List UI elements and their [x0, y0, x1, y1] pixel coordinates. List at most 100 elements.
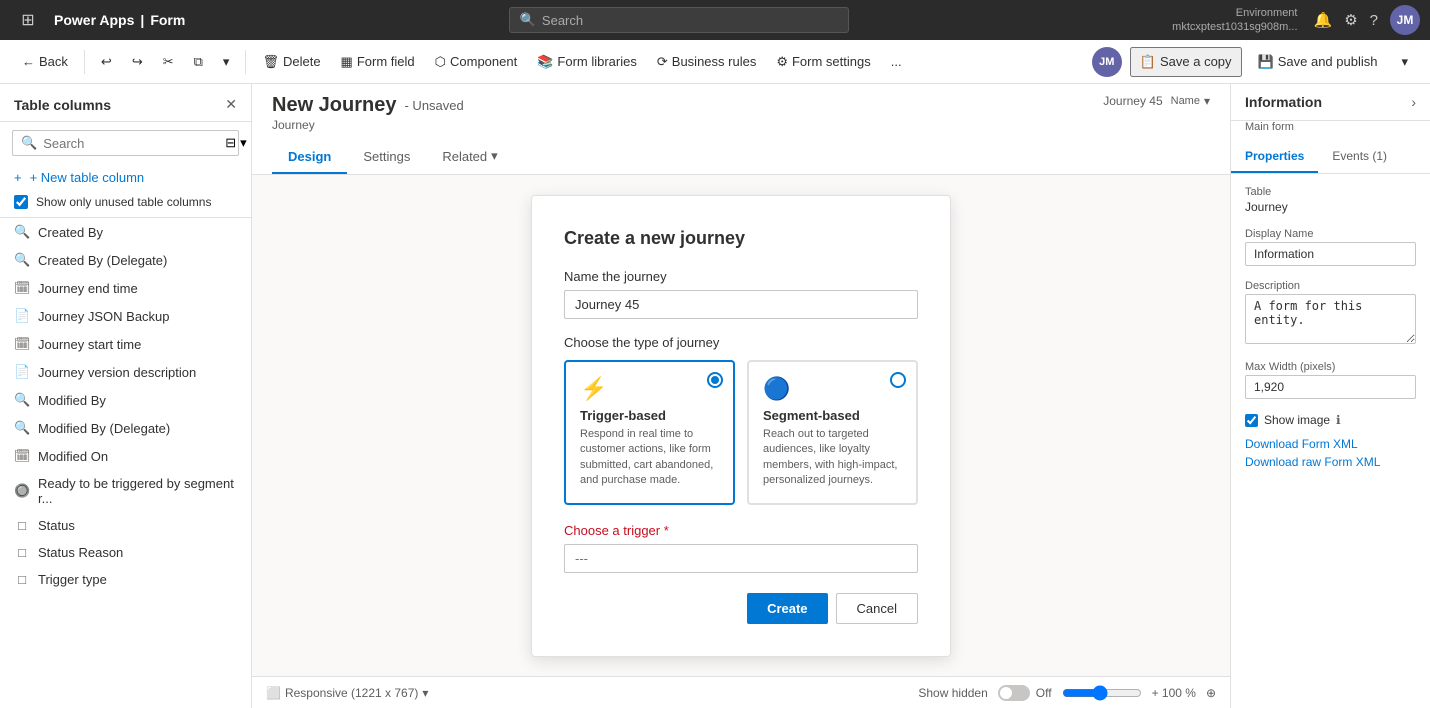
show-image-label[interactable]: Show image [1264, 413, 1330, 427]
list-item[interactable]: 🔍 Modified By [0, 386, 251, 414]
list-item[interactable]: 🔍 Modified By (Delegate) [0, 414, 251, 442]
list-item[interactable]: □ Status [0, 512, 251, 539]
copy-icon: ⧉ [194, 54, 203, 70]
show-image-info-icon[interactable]: ℹ [1336, 413, 1341, 427]
business-rules-button[interactable]: ⟳ Business rules [649, 49, 764, 75]
form-name-value: Journey 45 [1103, 94, 1162, 108]
journey-name-input[interactable] [564, 290, 918, 319]
tab-properties[interactable]: Properties [1231, 141, 1318, 173]
filter-icon[interactable]: ⊟ [225, 135, 236, 151]
column-type-icon: 🔍 [14, 392, 30, 408]
dropdown-button[interactable]: ▾ [215, 49, 238, 75]
trigger-input[interactable] [564, 544, 918, 573]
component-button[interactable]: ⬡ Component [427, 49, 526, 75]
show-hidden-toggle[interactable]: Off [998, 685, 1052, 701]
max-width-field: Max Width (pixels) [1245, 361, 1416, 399]
form-libraries-button[interactable]: 📚 Form libraries [529, 49, 645, 75]
show-image-checkbox[interactable] [1245, 414, 1258, 427]
display-name-input[interactable] [1245, 242, 1416, 266]
trigger-name: Trigger-based [580, 408, 719, 423]
type-section: Choose the type of journey ⚡ Trigger-bas… [564, 335, 918, 505]
settings-icon[interactable]: ⚙ [1344, 11, 1357, 29]
rules-icon: ⟳ [657, 54, 668, 70]
show-unused-label[interactable]: Show only unused table columns [36, 195, 211, 209]
publish-dropdown-button[interactable]: ▾ [1393, 49, 1416, 75]
trigger-based-card[interactable]: ⚡ Trigger-based Respond in real time to … [564, 360, 735, 505]
table-label: Table [1245, 186, 1416, 198]
download-raw-xml-link[interactable]: Download raw Form XML [1245, 455, 1416, 469]
form-title-group: New Journey - Unsaved Journey [272, 94, 464, 132]
responsive-label[interactable]: ⬜ Responsive (1221 x 767) ▾ [266, 686, 428, 700]
user-avatar[interactable]: JM [1390, 5, 1420, 35]
zoom-fit-icon[interactable]: ⊕ [1206, 686, 1216, 700]
list-item[interactable]: 🔍 Created By [0, 218, 251, 246]
tab-design[interactable]: Design [272, 140, 347, 174]
form-name-badge[interactable]: Journey 45 Name ▾ [1103, 94, 1210, 108]
new-table-column-button[interactable]: + + New table column [0, 164, 251, 191]
help-icon[interactable]: ? [1370, 12, 1378, 29]
responsive-dropdown-icon: ▾ [422, 686, 428, 700]
trigger-desc: Respond in real time to customer actions… [580, 427, 719, 489]
max-width-input[interactable] [1245, 375, 1416, 399]
column-name: Created By (Delegate) [38, 253, 167, 268]
copy-button[interactable]: ⧉ [186, 49, 211, 75]
column-type-icon: □ [14, 518, 30, 533]
tab-related[interactable]: Related ▾ [426, 140, 513, 174]
back-button[interactable]: ← Back [14, 49, 76, 74]
max-width-label: Max Width (pixels) [1245, 361, 1416, 373]
form-field-button[interactable]: ▦ Form field [333, 49, 423, 75]
main-layout: Table columns ✕ 🔍 ⊟ ▾ + + New table colu… [0, 84, 1430, 708]
show-image-row: Show image ℹ [1245, 413, 1416, 427]
segment-based-card[interactable]: 🔵 Segment-based Reach out to targeted au… [747, 360, 918, 505]
list-item[interactable]: 🗓 Journey start time [0, 330, 251, 358]
list-item[interactable]: 🔘 Ready to be triggered by segment r... [0, 470, 251, 512]
expand-panel-button[interactable]: › [1411, 94, 1416, 110]
tab-settings[interactable]: Settings [347, 140, 426, 174]
list-item[interactable]: □ Status Reason [0, 539, 251, 566]
component-icon: ⬡ [435, 54, 446, 70]
apps-grid-icon[interactable]: ⊞ [10, 2, 46, 38]
undo-button[interactable]: ↩ [93, 49, 120, 75]
list-item[interactable]: 🔍 Created By (Delegate) [0, 246, 251, 274]
save-copy-button[interactable]: 📋 Save a copy [1130, 47, 1242, 77]
undo-icon: ↩ [101, 54, 112, 70]
create-button[interactable]: Create [747, 593, 827, 624]
list-item[interactable]: 📄 Journey version description [0, 358, 251, 386]
cancel-button[interactable]: Cancel [836, 593, 918, 624]
create-journey-dialog: Create a new journey Name the journey Ch… [531, 195, 951, 657]
cut-button[interactable]: ✂ [155, 49, 182, 75]
app-logo: Power Apps | Form [54, 12, 185, 28]
zoom-slider[interactable] [1062, 685, 1142, 701]
save-publish-button[interactable]: 💾 Save and publish [1250, 49, 1386, 75]
tab-events[interactable]: Events (1) [1318, 141, 1401, 173]
more-button[interactable]: ... [883, 49, 910, 74]
filter-dropdown-icon[interactable]: ▾ [240, 135, 247, 151]
list-item[interactable]: 🗓 Modified On [0, 442, 251, 470]
download-form-xml-link[interactable]: Download Form XML [1245, 437, 1416, 451]
delete-button[interactable]: 🗑 Delete [254, 49, 328, 75]
form-settings-button[interactable]: ⚙ Form settings [768, 49, 878, 75]
show-unused-checkbox[interactable] [14, 195, 28, 209]
trigger-radio [707, 372, 723, 388]
close-panel-button[interactable]: ✕ [225, 96, 237, 113]
bell-icon[interactable]: 🔔 [1314, 11, 1333, 29]
search-icon: 🔍 [21, 135, 37, 151]
right-panel-subtitle: Main form [1231, 121, 1430, 141]
list-item[interactable]: 📄 Journey JSON Backup [0, 302, 251, 330]
cmd-right-actions: JM 📋 Save a copy 💾 Save and publish ▾ [1092, 47, 1416, 77]
top-bar: ⊞ Power Apps | Form 🔍 Environment mktcxp… [0, 0, 1430, 40]
list-item[interactable]: 🗓 Journey end time [0, 274, 251, 302]
column-search-input[interactable] [43, 136, 219, 151]
toggle-track[interactable] [998, 685, 1030, 701]
list-item[interactable]: □ Trigger type [0, 566, 251, 593]
redo-button[interactable]: ↪ [124, 49, 151, 75]
editor-avatar[interactable]: JM [1092, 47, 1122, 77]
column-name: Modified By (Delegate) [38, 421, 170, 436]
chevron-down-icon: ▾ [1204, 94, 1210, 108]
app-title: Form [150, 12, 185, 28]
segment-icon: 🔵 [763, 376, 902, 402]
search-input[interactable] [542, 13, 838, 28]
segment-name: Segment-based [763, 408, 902, 423]
description-textarea[interactable]: A form for this entity. [1245, 294, 1416, 344]
column-type-icon: 🗓 [14, 280, 30, 296]
